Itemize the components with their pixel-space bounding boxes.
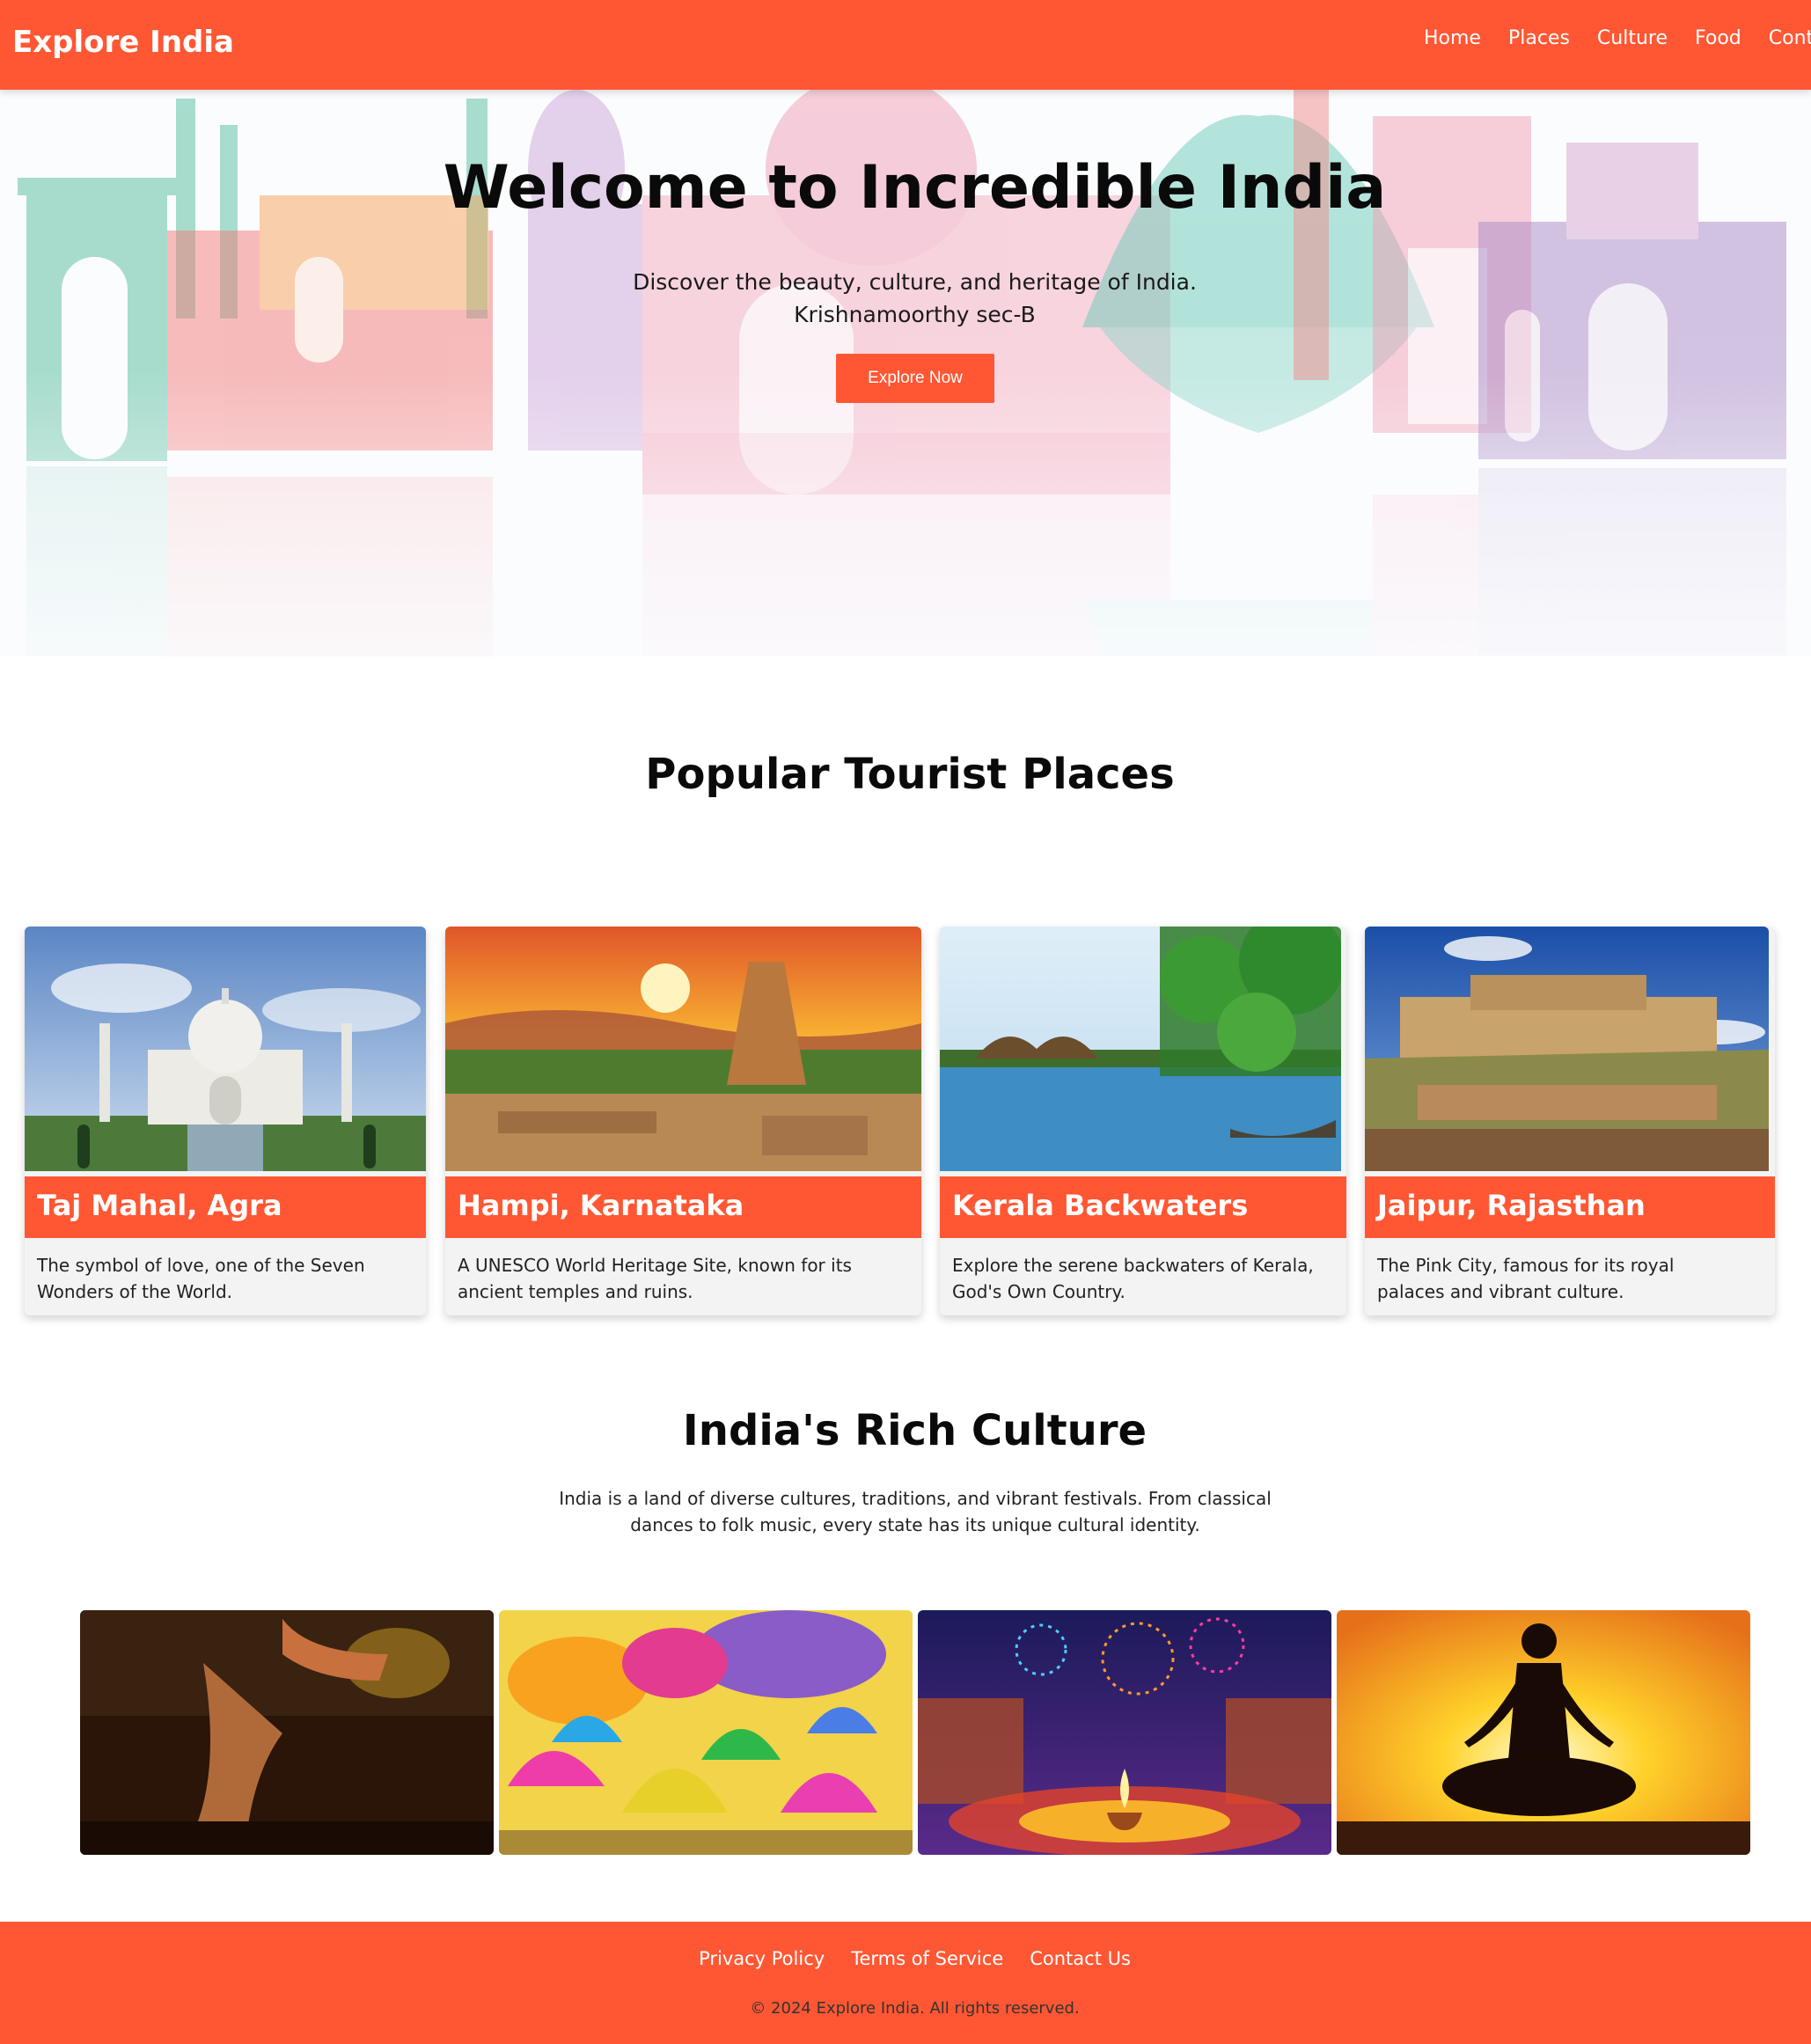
card-title-bar: Jaipur, Rajasthan bbox=[1365, 1176, 1775, 1238]
hampi-image bbox=[445, 927, 921, 1171]
top-navbar: Explore India Home Places Culture Food Conta… bbox=[0, 0, 1811, 90]
privacy-policy-link[interactable]: Privacy Policy bbox=[699, 1948, 825, 1969]
hero-title: Welcome to Incredible India bbox=[443, 153, 1387, 223]
card-title-bar: Hampi, Karnataka bbox=[445, 1176, 921, 1238]
card-title-bar: Taj Mahal, Agra bbox=[25, 1176, 426, 1238]
taj-mahal-image bbox=[25, 927, 426, 1171]
jaipur-image bbox=[1365, 927, 1769, 1171]
yoga-meditation-image bbox=[1337, 1610, 1750, 1855]
culture-description: India is a land of diverse cultures, tra… bbox=[559, 1488, 1272, 1535]
nav-food-link[interactable]: Food bbox=[1695, 27, 1741, 49]
copyright-text: © 2024 Explore India. All rights reserve… bbox=[750, 1999, 1080, 2018]
nav-home-link[interactable]: Home bbox=[1424, 27, 1481, 49]
culture-heading: India's Rich Culture bbox=[682, 1406, 1147, 1455]
nav-culture-link[interactable]: Culture bbox=[1597, 27, 1668, 49]
holi-colors-image bbox=[499, 1610, 913, 1855]
nav-places-link[interactable]: Places bbox=[1508, 27, 1570, 49]
place-card-kerala[interactable]: Kerala Backwaters Explore the serene bac… bbox=[940, 927, 1346, 1315]
hero-subtitle-line2: Krishnamoorthy sec-B bbox=[794, 302, 1036, 327]
card-title-bar: Kerala Backwaters bbox=[940, 1176, 1346, 1238]
card-description: The symbol of love, one of the Seven Won… bbox=[37, 1255, 365, 1302]
footer-links: Privacy Policy Terms of Service Contact Us bbox=[0, 1948, 1811, 1969]
nav-links: Home Places Culture Food Contact bbox=[1424, 27, 1811, 62]
place-card-taj-mahal[interactable]: Taj Mahal, Agra The symbol of love, one … bbox=[25, 927, 426, 1315]
brand-logo[interactable]: Explore India bbox=[12, 25, 234, 60]
kerala-backwaters-image bbox=[940, 927, 1341, 1171]
explore-now-button[interactable]: Explore Now bbox=[836, 354, 994, 403]
hero-subtitle-line1: Discover the beauty, culture, and herita… bbox=[633, 269, 1197, 295]
terms-of-service-link[interactable]: Terms of Service bbox=[851, 1948, 1003, 1969]
diwali-festival-image bbox=[918, 1610, 1331, 1855]
card-title: Kerala Backwaters bbox=[952, 1189, 1249, 1222]
place-card-jaipur[interactable]: Jaipur, Rajasthan The Pink City, famous … bbox=[1365, 927, 1775, 1315]
card-title: Jaipur, Rajasthan bbox=[1377, 1189, 1646, 1222]
classical-dance-image bbox=[80, 1610, 494, 1855]
card-description: A UNESCO World Heritage Site, known for … bbox=[458, 1255, 852, 1302]
card-title: Hampi, Karnataka bbox=[458, 1189, 744, 1222]
hero-subtitle: Discover the beauty, culture, and herita… bbox=[0, 266, 1811, 331]
site-footer: Privacy Policy Terms of Service Contact Us… bbox=[0, 1922, 1811, 2044]
nav-contact-link[interactable]: Contact bbox=[1769, 27, 1811, 49]
contact-us-link[interactable]: Contact Us bbox=[1030, 1948, 1131, 1969]
card-title: Taj Mahal, Agra bbox=[37, 1189, 282, 1222]
places-heading: Popular Tourist Places bbox=[645, 750, 1175, 799]
place-card-hampi[interactable]: Hampi, Karnataka A UNESCO World Heritage… bbox=[445, 927, 921, 1315]
card-description: Explore the serene backwaters of Kerala,… bbox=[952, 1255, 1314, 1302]
card-description: The Pink City, famous for its royal pala… bbox=[1377, 1255, 1675, 1302]
hero-section: Welcome to Incredible India Discover the… bbox=[0, 90, 1811, 656]
